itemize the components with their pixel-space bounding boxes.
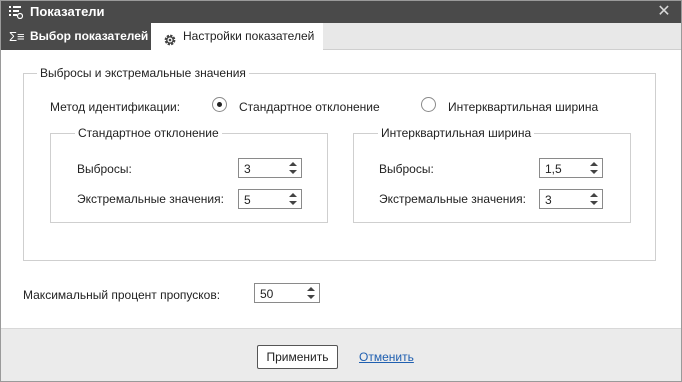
radio-std-deviation[interactable]	[212, 97, 227, 112]
spin-arrows-icon[interactable]	[590, 161, 598, 175]
std-deviation-groupbox: Стандартное отклонение Выбросы: 3 Экстре…	[50, 126, 328, 223]
max-missing-label: Максимальный процент пропусков:	[23, 288, 221, 302]
apply-button[interactable]: Применить	[257, 345, 338, 369]
max-missing-stepper[interactable]: 50	[254, 283, 320, 303]
tab-label: Настройки показателей	[183, 29, 315, 43]
tab-indicator-settings[interactable]: Настройки показателей	[151, 23, 323, 51]
spin-arrows-icon[interactable]	[289, 161, 297, 175]
groupbox-title: Интерквартильная ширина	[378, 126, 535, 140]
sigma-icon: Σ≡	[9, 29, 25, 44]
std-outliers-label: Выбросы:	[77, 162, 132, 176]
groupbox-title: Выбросы и экстремальные значения	[37, 66, 249, 80]
stepper-value[interactable]: 3	[244, 162, 251, 176]
std-extreme-stepper[interactable]: 5	[238, 189, 302, 209]
cancel-link[interactable]: Отменить	[359, 350, 414, 364]
spin-arrows-icon[interactable]	[590, 192, 598, 206]
iqr-groupbox: Интерквартильная ширина Выбросы: 1,5 Экс…	[353, 126, 631, 223]
stepper-value[interactable]: 50	[260, 287, 273, 301]
spin-arrows-icon[interactable]	[307, 286, 315, 300]
iqr-outliers-stepper[interactable]: 1,5	[539, 158, 603, 178]
tab-select-indicators[interactable]: Σ≡ Выбор показателей	[1, 23, 151, 50]
radio-std-deviation-label[interactable]: Стандартное отклонение	[239, 100, 380, 114]
method-label: Метод идентификации:	[50, 100, 181, 114]
radio-iqr[interactable]	[421, 97, 436, 112]
radio-iqr-label[interactable]: Интерквартильная ширина	[448, 100, 598, 114]
title-bar: Показатели ✕	[1, 1, 681, 23]
iqr-extreme-label: Экстремальные значения:	[379, 192, 526, 206]
std-extreme-label: Экстремальные значения:	[77, 192, 224, 206]
iqr-outliers-label: Выбросы:	[379, 162, 434, 176]
indicators-dialog: Показатели ✕ Σ≡ Выбор показателей Настро…	[0, 0, 682, 382]
gear-icon	[163, 30, 177, 46]
iqr-extreme-stepper[interactable]: 3	[539, 189, 603, 209]
groupbox-title: Стандартное отклонение	[75, 126, 222, 140]
stepper-value[interactable]: 1,5	[545, 162, 562, 176]
spin-arrows-icon[interactable]	[289, 192, 297, 206]
list-settings-icon	[9, 5, 24, 20]
close-icon[interactable]: ✕	[655, 2, 673, 22]
stepper-value[interactable]: 5	[244, 193, 251, 207]
tab-label: Выбор показателей	[30, 29, 149, 43]
tab-bar: Σ≡ Выбор показателей Настройки показател…	[1, 23, 681, 51]
stepper-value[interactable]: 3	[545, 193, 552, 207]
outliers-groupbox: Выбросы и экстремальные значения Метод и…	[23, 66, 656, 261]
window-title: Показатели	[30, 4, 105, 19]
dialog-footer: Применить Отменить	[1, 328, 681, 381]
std-outliers-stepper[interactable]: 3	[238, 158, 302, 178]
